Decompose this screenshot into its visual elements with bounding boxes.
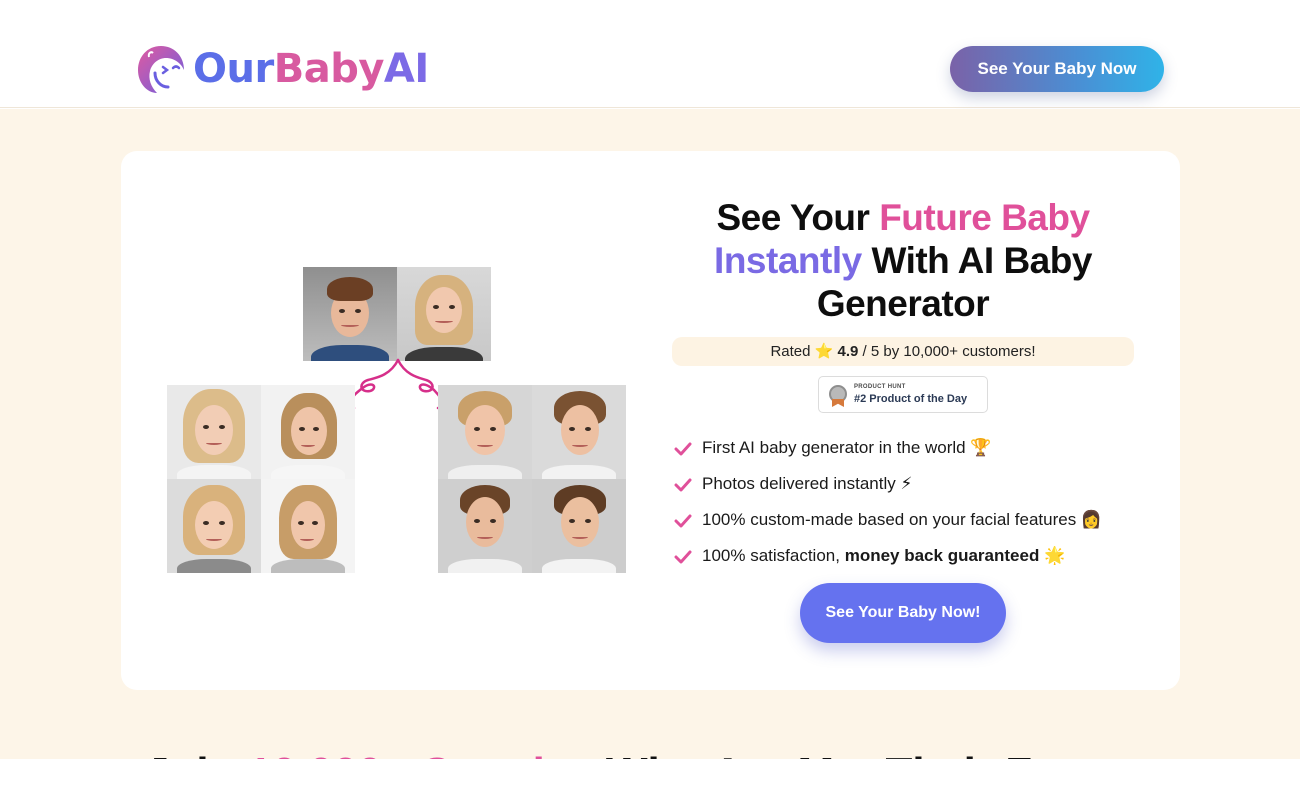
hero-cta-button[interactable]: See Your Baby Now! bbox=[800, 583, 1006, 643]
feature-text: 100% custom-made based on your facial fe… bbox=[702, 510, 1103, 529]
parent-photo-mother bbox=[397, 267, 491, 361]
headline-text: See Your bbox=[716, 197, 880, 238]
logo-text: OurBabyAI bbox=[193, 46, 429, 92]
child-photo bbox=[532, 479, 626, 573]
child-photo bbox=[261, 479, 355, 573]
logo-text-our: Our bbox=[193, 46, 274, 92]
check-icon bbox=[674, 514, 692, 528]
headline-text: With AI Baby bbox=[861, 240, 1092, 281]
page-bottom-edge bbox=[0, 759, 1300, 788]
product-hunt-badge[interactable]: PRODUCT HUNT #2 Product of the Day bbox=[818, 376, 988, 413]
site-header: OurBabyAI See Your Baby Now bbox=[0, 0, 1300, 108]
feature-text: Photos delivered instantly ⚡ bbox=[702, 474, 913, 493]
feature-text-plain: 100% satisfaction, bbox=[702, 546, 845, 565]
hero-headline: See Your Future Baby Instantly With AI B… bbox=[672, 196, 1134, 325]
child-photo bbox=[167, 385, 261, 479]
feature-item: First AI baby generator in the world 🏆 bbox=[674, 430, 1154, 466]
rating-suffix: / 5 by 10,000+ customers! bbox=[858, 343, 1036, 360]
rating-score: 4.9 bbox=[837, 343, 859, 360]
child-photo bbox=[438, 479, 532, 573]
header-cta-button[interactable]: See Your Baby Now bbox=[950, 46, 1164, 92]
child-photo bbox=[532, 385, 626, 479]
child-photo bbox=[167, 479, 261, 573]
headline-text: Generator bbox=[816, 283, 990, 324]
feature-text: First AI baby generator in the world 🏆 bbox=[702, 438, 992, 457]
feature-item: 100% custom-made based on your facial fe… bbox=[674, 502, 1154, 538]
feature-item: Photos delivered instantly ⚡ bbox=[674, 466, 1154, 502]
check-icon bbox=[674, 442, 692, 456]
feature-text-bold: money back guaranteed bbox=[844, 546, 1040, 565]
rating-banner: Rated ⭐ 4.9 / 5 by 10,000+ customers! bbox=[672, 337, 1134, 366]
rating-prefix: Rated ⭐ bbox=[770, 343, 838, 360]
ribbon-icon bbox=[832, 399, 844, 407]
parent-photo-father bbox=[303, 267, 397, 361]
feature-list: First AI baby generator in the world 🏆 P… bbox=[674, 430, 1154, 574]
headline-accent-text: Future Baby bbox=[879, 197, 1090, 238]
feature-text-tail: 🌟 bbox=[1039, 546, 1066, 565]
logo[interactable]: OurBabyAI bbox=[135, 42, 429, 96]
logo-text-ai: AI bbox=[383, 46, 429, 92]
product-hunt-label: PRODUCT HUNT bbox=[854, 384, 906, 390]
feature-item: 100% satisfaction, money back guaranteed… bbox=[674, 538, 1154, 574]
child-photo bbox=[438, 385, 532, 479]
feature-text: 100% satisfaction, money back guaranteed… bbox=[702, 546, 1065, 566]
product-hunt-award: #2 Product of the Day bbox=[854, 393, 968, 405]
check-icon bbox=[674, 478, 692, 492]
child-photo bbox=[261, 385, 355, 479]
check-icon bbox=[674, 550, 692, 564]
logo-text-baby: Baby bbox=[273, 46, 385, 92]
logo-icon bbox=[138, 46, 184, 93]
headline-accent-text: Instantly bbox=[714, 240, 862, 281]
